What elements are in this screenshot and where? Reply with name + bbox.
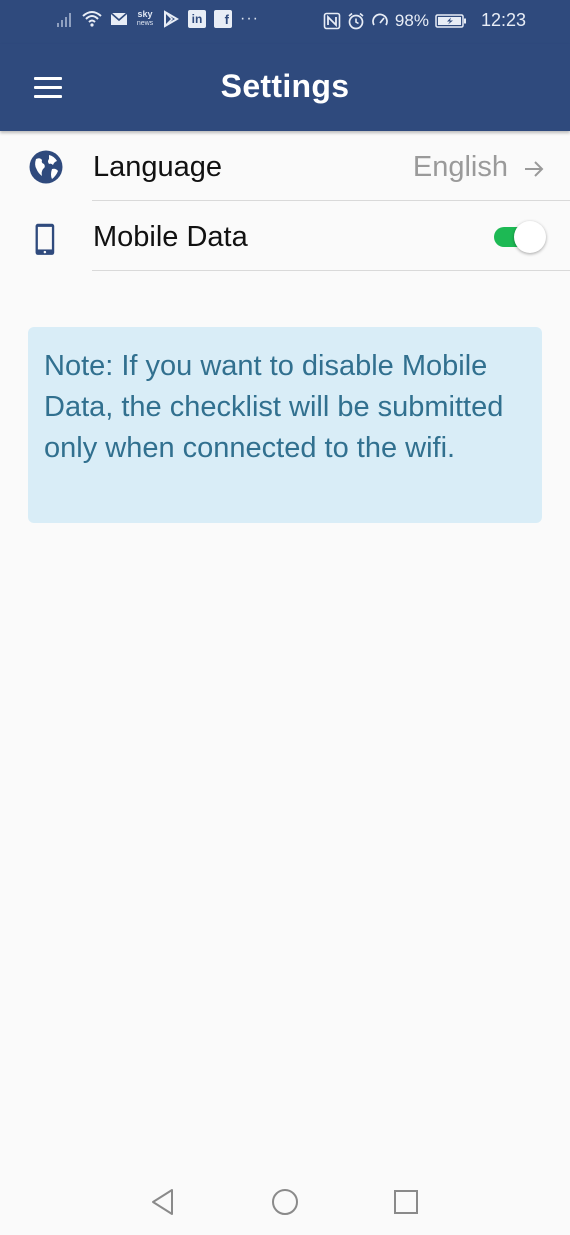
language-setting-row[interactable]: Language English bbox=[0, 131, 570, 201]
data-saver-icon bbox=[372, 13, 388, 25]
signal-icon bbox=[57, 13, 71, 27]
wifi-icon bbox=[82, 11, 102, 27]
status-notification-icons: sky news in f ··· bbox=[56, 10, 259, 28]
sky-label: sky bbox=[137, 9, 153, 19]
battery-icon bbox=[435, 13, 466, 28]
more-notifications-indicator: ··· bbox=[240, 10, 259, 27]
info-note: Note: If you want to disable Mobile Data… bbox=[28, 327, 542, 523]
mail-icon bbox=[110, 12, 128, 25]
nfc-icon bbox=[323, 12, 341, 29]
mobile-data-setting-row: Mobile Data bbox=[0, 201, 570, 271]
linkedin-label: in bbox=[191, 12, 203, 26]
globe-icon bbox=[29, 150, 63, 184]
system-nav-bar bbox=[0, 1171, 570, 1235]
page-title: Settings bbox=[220, 68, 350, 104]
divider bbox=[92, 270, 570, 271]
battery-percent: 98% bbox=[394, 10, 429, 30]
sky-news-icon: sky news bbox=[136, 10, 154, 28]
language-label: Language bbox=[93, 151, 223, 183]
app-bar: Settings bbox=[0, 44, 570, 131]
home-circle-icon[interactable] bbox=[270, 1187, 300, 1217]
mobile-data-label: Mobile Data bbox=[93, 221, 248, 253]
recents-square-icon[interactable] bbox=[391, 1187, 421, 1217]
toggle-knob bbox=[514, 221, 546, 253]
back-triangle-icon[interactable] bbox=[148, 1187, 178, 1217]
status-system-icons: 98% 12:23 bbox=[323, 10, 526, 31]
sky-sub-label: news bbox=[136, 20, 154, 27]
alarm-icon bbox=[348, 12, 364, 29]
linkedin-icon: in bbox=[188, 10, 206, 28]
facebook-icon: f bbox=[214, 10, 232, 28]
status-bar: sky news in f ··· 98% 12:23 bbox=[0, 0, 570, 44]
mobile-data-toggle[interactable] bbox=[494, 221, 546, 253]
settings-list: Language English Mobile Data bbox=[0, 131, 570, 271]
note-text: Note: If you want to disable Mobile Data… bbox=[44, 350, 504, 464]
smartphone-icon bbox=[35, 223, 55, 255]
arrow-right-icon bbox=[525, 161, 544, 177]
language-value: English bbox=[412, 151, 508, 183]
facebook-label: f bbox=[224, 12, 229, 27]
play-store-icon bbox=[164, 10, 179, 28]
status-time: 12:23 bbox=[480, 10, 526, 30]
